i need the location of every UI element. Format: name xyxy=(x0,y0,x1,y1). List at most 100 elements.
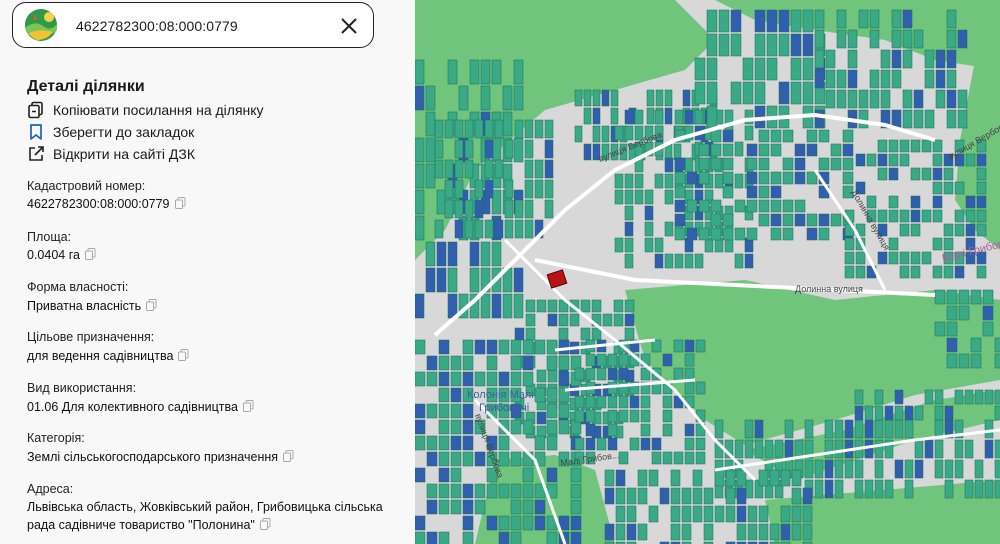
land-parcel[interactable] xyxy=(436,267,447,293)
land-parcel[interactable] xyxy=(438,387,450,403)
land-parcel[interactable] xyxy=(818,129,830,143)
land-parcel[interactable] xyxy=(913,29,924,49)
land-parcel[interactable] xyxy=(585,409,596,423)
land-parcel[interactable] xyxy=(746,199,758,213)
land-parcel[interactable] xyxy=(946,353,958,369)
land-parcel[interactable] xyxy=(714,419,724,439)
land-parcel[interactable] xyxy=(994,353,1000,369)
land-parcel[interactable] xyxy=(426,435,438,451)
land-parcel[interactable] xyxy=(585,353,596,367)
land-parcel[interactable] xyxy=(522,419,534,435)
land-parcel[interactable] xyxy=(504,219,514,239)
land-parcel[interactable] xyxy=(899,265,910,279)
land-parcel[interactable] xyxy=(480,85,491,111)
land-parcel[interactable] xyxy=(592,125,601,143)
land-parcel[interactable] xyxy=(736,487,747,505)
land-parcel[interactable] xyxy=(858,9,869,29)
land-parcel[interactable] xyxy=(758,185,770,199)
land-parcel[interactable] xyxy=(574,409,585,423)
land-parcel[interactable] xyxy=(450,451,462,467)
land-parcel[interactable] xyxy=(415,371,426,387)
land-parcel[interactable] xyxy=(902,49,913,69)
land-parcel[interactable] xyxy=(888,167,899,181)
land-parcel[interactable] xyxy=(474,179,484,199)
land-parcel[interactable] xyxy=(462,435,474,451)
land-parcel[interactable] xyxy=(624,109,634,125)
land-parcel[interactable] xyxy=(646,89,655,107)
land-parcel[interactable] xyxy=(596,395,607,409)
land-parcel[interactable] xyxy=(744,419,754,439)
land-parcel[interactable] xyxy=(644,205,654,221)
land-parcel[interactable] xyxy=(814,49,825,69)
land-parcel[interactable] xyxy=(640,409,651,423)
land-parcel[interactable] xyxy=(744,253,754,269)
land-parcel[interactable] xyxy=(834,479,844,499)
land-parcel[interactable] xyxy=(686,171,698,185)
land-parcel[interactable] xyxy=(534,159,544,179)
land-parcel[interactable] xyxy=(888,209,899,223)
land-parcel[interactable] xyxy=(510,499,522,515)
land-parcel[interactable] xyxy=(415,339,426,355)
land-parcel[interactable] xyxy=(673,339,684,353)
land-parcel[interactable] xyxy=(818,213,830,227)
land-parcel[interactable] xyxy=(866,153,877,167)
land-parcel[interactable] xyxy=(494,159,504,179)
land-parcel[interactable] xyxy=(984,389,994,405)
land-parcel[interactable] xyxy=(607,353,618,367)
land-parcel[interactable] xyxy=(844,237,855,251)
land-parcel[interactable] xyxy=(486,371,498,387)
land-parcel[interactable] xyxy=(546,355,558,371)
land-parcel[interactable] xyxy=(946,337,958,353)
land-parcel[interactable] xyxy=(710,157,722,171)
land-parcel[interactable] xyxy=(662,395,673,409)
land-parcel[interactable] xyxy=(695,339,706,353)
land-parcel[interactable] xyxy=(694,57,706,81)
land-parcel[interactable] xyxy=(674,227,686,241)
land-parcel[interactable] xyxy=(607,395,618,409)
land-parcel[interactable] xyxy=(525,327,536,341)
land-parcel[interactable] xyxy=(604,523,615,541)
land-parcel[interactable] xyxy=(415,189,425,215)
land-parcel[interactable] xyxy=(624,125,634,141)
land-parcel[interactable] xyxy=(426,531,438,544)
land-parcel[interactable] xyxy=(943,237,954,251)
land-parcel[interactable] xyxy=(921,167,932,181)
land-parcel[interactable] xyxy=(458,85,469,111)
land-parcel[interactable] xyxy=(877,139,888,153)
land-parcel[interactable] xyxy=(770,143,782,157)
land-parcel[interactable] xyxy=(592,89,601,107)
land-parcel[interactable] xyxy=(558,327,569,341)
land-parcel[interactable] xyxy=(674,109,684,125)
land-parcel[interactable] xyxy=(818,227,830,241)
land-parcel[interactable] xyxy=(754,57,766,81)
land-parcel[interactable] xyxy=(524,219,534,239)
land-parcel[interactable] xyxy=(904,459,914,479)
land-parcel[interactable] xyxy=(964,439,974,459)
land-parcel[interactable] xyxy=(847,89,858,109)
land-parcel[interactable] xyxy=(891,49,902,69)
land-parcel[interactable] xyxy=(754,9,766,33)
land-parcel[interactable] xyxy=(664,221,674,237)
land-parcel[interactable] xyxy=(486,483,498,499)
land-parcel[interactable] xyxy=(474,199,484,219)
land-parcel[interactable] xyxy=(758,199,770,213)
land-parcel[interactable] xyxy=(534,515,546,531)
land-parcel[interactable] xyxy=(976,153,987,167)
land-parcel[interactable] xyxy=(714,469,725,487)
land-parcel[interactable] xyxy=(651,339,662,353)
land-parcel[interactable] xyxy=(462,531,474,544)
land-parcel[interactable] xyxy=(910,251,921,265)
land-parcel[interactable] xyxy=(746,185,758,199)
land-parcel[interactable] xyxy=(415,515,426,531)
land-parcel[interactable] xyxy=(921,139,932,153)
land-parcel[interactable] xyxy=(706,9,718,33)
land-parcel[interactable] xyxy=(910,209,921,223)
land-parcel[interactable] xyxy=(602,313,613,327)
land-parcel[interactable] xyxy=(450,419,462,435)
land-parcel[interactable] xyxy=(932,167,943,181)
land-parcel[interactable] xyxy=(766,33,778,57)
land-parcel[interactable] xyxy=(426,403,438,419)
land-parcel[interactable] xyxy=(814,479,824,499)
land-parcel[interactable] xyxy=(524,179,534,199)
land-parcel[interactable] xyxy=(662,451,673,465)
